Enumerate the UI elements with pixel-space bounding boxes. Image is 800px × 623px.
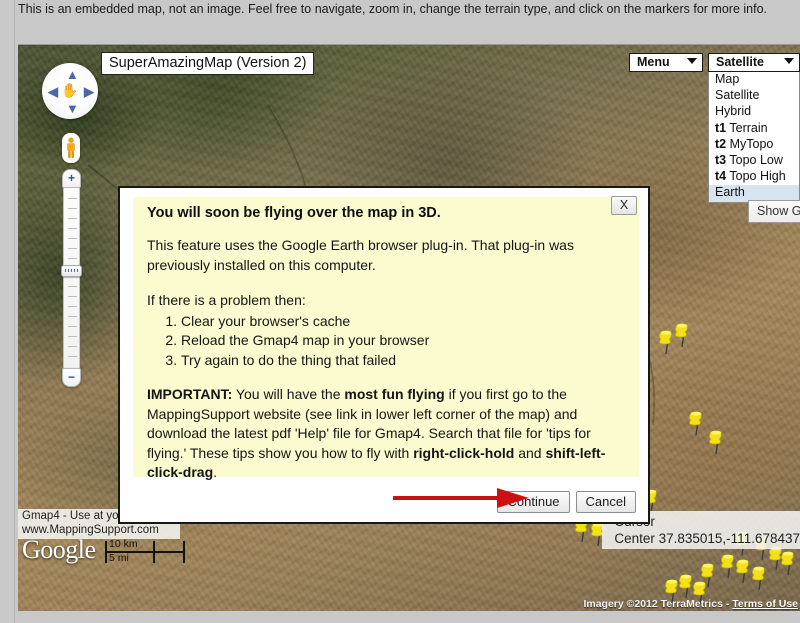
zoom-slider-thumb[interactable]	[61, 265, 82, 277]
dialog-steps-list: Clear your browser's cacheReload the Gma…	[147, 312, 628, 371]
chevron-right-icon[interactable]: ▶	[84, 85, 94, 98]
show-g-button[interactable]: Show G	[748, 200, 800, 223]
map-marker	[708, 430, 722, 455]
layer-select-button[interactable]: Satellite	[708, 53, 800, 72]
chevron-down-icon	[784, 58, 794, 64]
layer-option-prefix: t3	[715, 153, 727, 168]
page-intro-area: This is an embedded map, not an image. F…	[0, 0, 800, 42]
layer-option-hybrid[interactable]: Hybrid	[709, 104, 799, 120]
map-marker	[674, 323, 688, 348]
red-pointer-arrow	[393, 488, 529, 508]
scale-km-label: 10 km	[109, 538, 138, 550]
important-text-b: most fun flying	[344, 386, 445, 402]
map-marker	[658, 330, 672, 355]
chevron-up-icon[interactable]: ▲	[66, 68, 79, 81]
zoom-out-button[interactable]: −	[62, 368, 81, 387]
map-title: SuperAmazingMap (Version 2)	[101, 52, 315, 75]
map-pan-control[interactable]: ▲ ▼ ◀ ▶ ✋	[42, 63, 98, 119]
important-text-a: You will have the	[232, 386, 345, 402]
dialog-paragraph-1: This feature uses the Google Earth brows…	[147, 237, 574, 273]
map-marker	[720, 554, 734, 579]
scale-mi-label: 5 mi	[109, 552, 129, 564]
layer-select-label: Satellite	[716, 55, 764, 69]
map-marker	[780, 551, 794, 576]
dialog-important-paragraph: IMPORTANT: You will have the most fun fl…	[147, 385, 628, 483]
map-marker	[735, 559, 749, 584]
map-zoom-control[interactable]: + −	[61, 169, 82, 387]
zoom-in-button[interactable]: +	[62, 169, 81, 188]
pegman-icon[interactable]	[65, 137, 77, 159]
layer-option-topo-low[interactable]: t3 Topo Low	[709, 153, 799, 169]
dialog-heading: You will soon be flying over the map in …	[147, 205, 441, 221]
map-scale-bar: 10 km 5 mi	[105, 538, 185, 565]
important-text-g: .	[213, 464, 218, 480]
terms-of-use-link[interactable]: Terms of Use	[732, 598, 798, 610]
chevron-left-icon[interactable]: ◀	[48, 85, 58, 98]
important-label: IMPORTANT:	[147, 386, 233, 402]
layer-option-prefix: t2	[715, 136, 727, 151]
layer-option-satellite[interactable]: Satellite	[709, 88, 799, 104]
layer-option-topo-high[interactable]: t4 Topo High	[709, 169, 799, 185]
map-marker	[751, 566, 765, 591]
page-left-gutter	[0, 0, 15, 623]
center-coordinates: Center 37.835015,-111.678437	[614, 531, 800, 546]
chevron-down-icon[interactable]: ▼	[66, 102, 79, 115]
dialog-paragraph-2: If there is a problem then:	[147, 292, 306, 308]
dialog-content: You will soon be flying over the map in …	[133, 197, 639, 480]
important-text-d: right-click-hold	[413, 444, 515, 461]
dialog-step-item: Reload the Gmap4 map in your browser	[181, 331, 628, 351]
imagery-credit-text: Imagery ©2012 TerraMetrics	[583, 598, 723, 610]
imagery-credit: Imagery ©2012 TerraMetrics - Terms of Us…	[583, 598, 798, 610]
layer-option-prefix: t4	[715, 169, 727, 184]
embedded-map[interactable]: SuperAmazingMap (Version 2) ▲ ▼ ◀ ▶ ✋ +	[18, 44, 800, 611]
chevron-down-icon	[687, 58, 697, 64]
pan-hand-icon[interactable]: ✋	[61, 81, 79, 99]
map-marker	[768, 546, 782, 571]
dialog-step-item: Try again to do the thing that failed	[181, 351, 628, 371]
map-marker	[688, 411, 702, 436]
layer-option-terrain[interactable]: t1 Terrain	[709, 121, 799, 137]
map-marker	[678, 574, 692, 599]
google-logo: Google	[22, 535, 96, 564]
intro-text: This is an embedded map, not an image. F…	[18, 2, 768, 16]
close-button[interactable]: X	[611, 196, 637, 215]
layer-option-mytopo[interactable]: t2 MyTopo	[709, 137, 799, 153]
layer-option-map[interactable]: Map	[709, 72, 799, 88]
dialog-step-item: Clear your browser's cache	[181, 312, 628, 332]
layer-dropdown-menu[interactable]: Map Satellite Hybrid t1 Terrain t2 MyTopo t3 …	[708, 72, 800, 203]
menu-button-label: Menu	[637, 55, 670, 69]
zoom-slider-track[interactable]	[63, 188, 80, 368]
layer-option-prefix: t1	[715, 120, 727, 135]
menu-button[interactable]: Menu	[629, 53, 703, 72]
street-view-pegman-control[interactable]	[62, 133, 80, 163]
map-control-bar[interactable]: Menu Satellite	[629, 53, 800, 72]
google-earth-plugin-dialog: You will soon be flying over the map in …	[118, 186, 650, 524]
cancel-button[interactable]: Cancel	[575, 491, 636, 513]
important-text-e: and	[514, 444, 546, 461]
